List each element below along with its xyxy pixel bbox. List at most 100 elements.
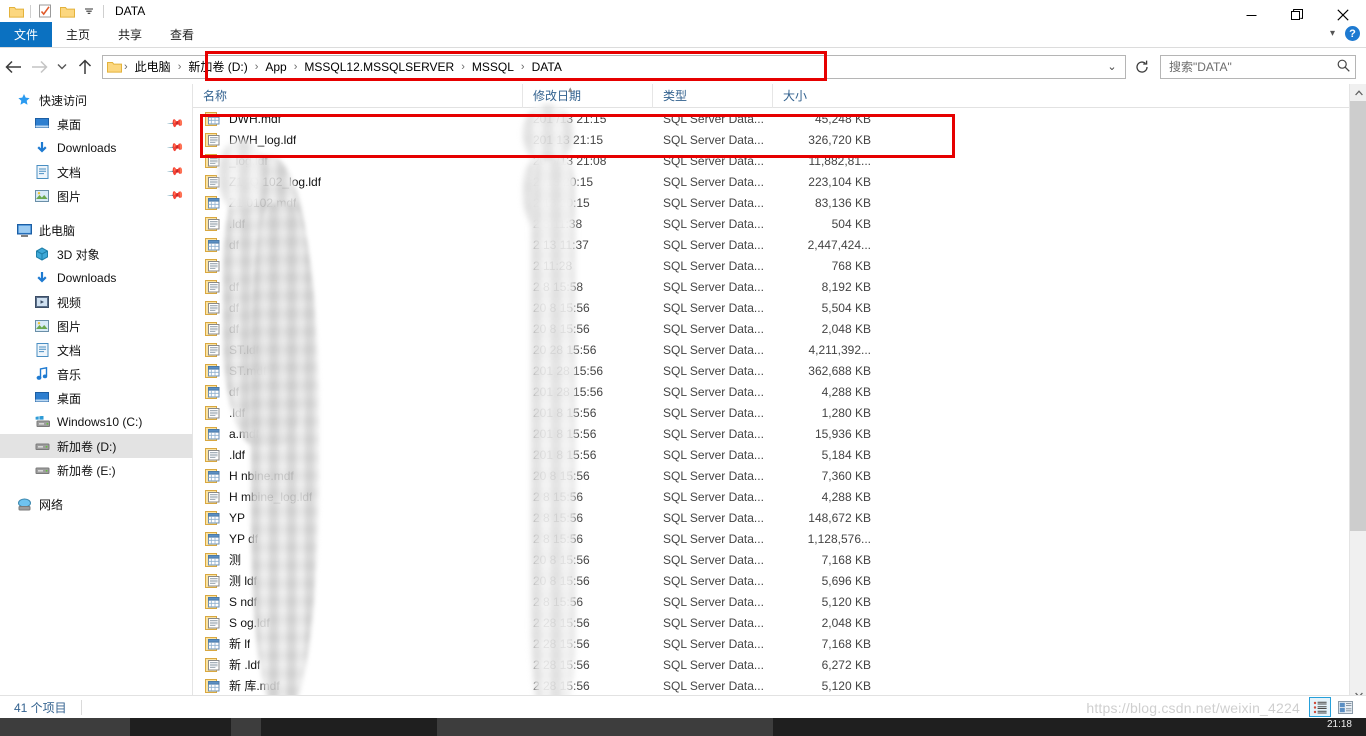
sidebar-item-drive-c[interactable]: Windows10 (C:) <box>0 410 192 434</box>
file-name-cell[interactable]: 测 <box>193 551 523 568</box>
table-row[interactable]: ST.ldf 20 28 15:56 SQL Server Data... 4,211… <box>193 339 1366 360</box>
file-name-cell[interactable]: df <box>193 384 523 399</box>
table-row[interactable]: DWH_log.ldf 201 13 21:15 SQL Server Data..… <box>193 129 1366 150</box>
recent-locations-button[interactable] <box>52 54 72 80</box>
file-name-cell[interactable]: S ndf <box>193 594 523 609</box>
sidebar-group-quick-access[interactable]: 快速访问 <box>0 88 192 112</box>
file-name-cell[interactable]: DWH_log.ldf <box>193 132 523 147</box>
column-header-type[interactable]: 类型 <box>653 83 773 108</box>
forward-button[interactable] <box>26 54 52 80</box>
new-folder-icon[interactable] <box>56 1 78 21</box>
sidebar-group-this-pc[interactable]: 此电脑 <box>0 218 192 242</box>
sidebar-item-downloads[interactable]: Downloads 📌 <box>0 136 192 160</box>
file-name-cell[interactable]: 新 lf <box>193 635 523 652</box>
table-row[interactable]: df 2 8 15:58 SQL Server Data... 8,192 KB <box>193 276 1366 297</box>
table-row[interactable]: ST.mdf 201 28 15:56 SQL Server Data... 362,… <box>193 360 1366 381</box>
vertical-scrollbar[interactable] <box>1349 84 1366 703</box>
table-row[interactable]: df 20 8 15:56 SQL Server Data... 2,048 KB <box>193 318 1366 339</box>
breadcrumb-item-mssql12[interactable]: MSSQL12.MSSQLSERVER <box>298 57 460 77</box>
sidebar-item-music[interactable]: 音乐 <box>0 362 192 386</box>
table-row[interactable]: Z1_Q 102_log.ldf 2 /13 20:15 SQL Server Da… <box>193 171 1366 192</box>
table-row[interactable]: a.mdf 201 8 15:56 SQL Server Data... 15,936… <box>193 423 1366 444</box>
sidebar-item-documents-pc[interactable]: 文档 <box>0 338 192 362</box>
pin-icon[interactable]: 📌 <box>167 186 186 205</box>
table-row[interactable]: S og.ldf 2 28 15:56 SQL Server Data... 2,04… <box>193 612 1366 633</box>
sidebar-item-drive-e[interactable]: 新加卷 (E:) <box>0 458 192 482</box>
search-input[interactable] <box>1161 59 1331 74</box>
tab-view[interactable]: 查看 <box>156 22 208 47</box>
search-box[interactable] <box>1160 54 1356 79</box>
table-row[interactable]: 新 lf 2 28 15:56 SQL Server Data... 7,168 KB <box>193 633 1366 654</box>
table-row[interactable]: 新 .ldf 2 28 15:56 SQL Server Data... 6,272 … <box>193 654 1366 675</box>
sidebar-item-pictures[interactable]: 图片 📌 <box>0 184 192 208</box>
file-name-cell[interactable]: S og.ldf <box>193 615 523 630</box>
table-row[interactable]: H nbine.mdf 20 8 15:56 SQL Server Data... 7… <box>193 465 1366 486</box>
table-row[interactable]: 测 20 8 15:56 SQL Server Data... 7,168 KB <box>193 549 1366 570</box>
tab-share[interactable]: 共享 <box>104 22 156 47</box>
taskbar-segment-start[interactable] <box>0 718 130 736</box>
taskbar-segment-app-2[interactable] <box>437 718 773 736</box>
file-name-cell[interactable]: df <box>193 300 523 315</box>
folder-icon[interactable] <box>5 1 27 21</box>
sidebar-item-desktop[interactable]: 桌面 📌 <box>0 112 192 136</box>
file-name-cell[interactable]: Z1_Q 102_log.ldf <box>193 174 523 189</box>
properties-checkbox-icon[interactable] <box>34 1 56 21</box>
sidebar-item-desktop-pc[interactable]: 桌面 <box>0 386 192 410</box>
file-name-cell[interactable]: _log.ldf <box>193 153 523 168</box>
chevron-down-icon[interactable]: ▾ <box>1330 28 1335 39</box>
breadcrumb-item-drive-d[interactable]: 新加卷 (D:) <box>182 57 253 77</box>
taskbar-clock[interactable]: 21:18 <box>1327 719 1352 730</box>
sidebar-group-network[interactable]: 网络 <box>0 492 192 516</box>
chevron-down-icon[interactable]: ⌄ <box>1101 60 1123 73</box>
large-icons-view-button[interactable] <box>1334 697 1356 717</box>
column-header-size[interactable]: 大小 <box>773 84 893 108</box>
table-row[interactable]: 新 库.mdf 2 28 15:56 SQL Server Data... 5,120… <box>193 675 1366 696</box>
table-row[interactable]: Z1 0102.mdf 2 13 20:15 SQL Server Data... 8… <box>193 192 1366 213</box>
scroll-up-arrow-icon[interactable] <box>1350 84 1366 101</box>
table-row[interactable]: H mbine_log.ldf 2 8 15:56 SQL Server Data.… <box>193 486 1366 507</box>
table-row[interactable]: 2 11:28 SQL Server Data... 768 KB <box>193 255 1366 276</box>
file-name-cell[interactable]: .ldf <box>193 447 523 462</box>
file-name-cell[interactable]: df <box>193 237 523 252</box>
table-row[interactable]: S ndf 2 8 15:56 SQL Server Data... 5,120 KB <box>193 591 1366 612</box>
file-name-cell[interactable]: df <box>193 321 523 336</box>
table-row[interactable]: DWH.mdf 201 /13 21:15 SQL Server Data... 45… <box>193 108 1366 129</box>
file-name-cell[interactable]: YP <box>193 510 523 525</box>
file-name-cell[interactable]: 测 ldf <box>193 572 523 589</box>
address-dropdown[interactable]: ⌄ <box>1101 56 1123 78</box>
file-name-cell[interactable]: .ldf <box>193 405 523 420</box>
file-name-cell[interactable]: 新 库.mdf <box>193 677 523 694</box>
file-name-cell[interactable]: ST.ldf <box>193 342 523 357</box>
table-row[interactable]: YP 2 8 15:56 SQL Server Data... 148,672 KB <box>193 507 1366 528</box>
tab-file[interactable]: 文件 <box>0 22 53 47</box>
sidebar-item-drive-d[interactable]: 新加卷 (D:) <box>0 434 192 458</box>
table-row[interactable]: YP df 2 8 15:56 SQL Server Data... 1,128,57… <box>193 528 1366 549</box>
file-name-cell[interactable]: .ldf <box>193 216 523 231</box>
address-bar[interactable]: › 此电脑 › 新加卷 (D:) › App › MSSQL12.MSSQLSE… <box>102 54 1126 79</box>
file-name-cell[interactable]: a.mdf <box>193 426 523 441</box>
details-view-button[interactable] <box>1309 697 1331 717</box>
file-name-cell[interactable]: H nbine.mdf <box>193 468 523 483</box>
file-name-cell[interactable]: YP df <box>193 531 523 546</box>
back-button[interactable] <box>0 54 26 80</box>
sidebar-item-downloads-pc[interactable]: Downloads <box>0 266 192 290</box>
table-row[interactable]: df 20 8 15:56 SQL Server Data... 5,504 KB <box>193 297 1366 318</box>
help-icon[interactable]: ? <box>1345 26 1360 41</box>
file-name-cell[interactable]: H mbine_log.ldf <box>193 489 523 504</box>
refresh-button[interactable] <box>1130 55 1154 79</box>
table-row[interactable]: .ldf 201 8 15:56 SQL Server Data... 1,280 K… <box>193 402 1366 423</box>
pin-icon[interactable]: 📌 <box>167 162 186 181</box>
pin-icon[interactable]: 📌 <box>167 114 186 133</box>
search-icon[interactable] <box>1331 59 1355 75</box>
file-name-cell[interactable]: 新 .ldf <box>193 656 523 673</box>
table-row[interactable]: df 201 28 15:56 SQL Server Data... 4,288 KB <box>193 381 1366 402</box>
table-row[interactable]: .ldf 201 8 15:56 SQL Server Data... 5,184 K… <box>193 444 1366 465</box>
file-name-cell[interactable] <box>193 258 523 273</box>
column-header-date[interactable]: ▴ 修改日期 <box>523 83 653 108</box>
customize-dropdown-icon[interactable] <box>78 1 100 21</box>
breadcrumb-item-this-pc[interactable]: 此电脑 <box>129 57 177 77</box>
table-row[interactable]: .ldf 2 3 11:38 SQL Server Data... 504 KB <box>193 213 1366 234</box>
table-row[interactable]: 测 ldf 20 8 15:56 SQL Server Data... 5,696 K… <box>193 570 1366 591</box>
breadcrumb-item-data[interactable]: DATA <box>526 57 568 77</box>
pin-icon[interactable]: 📌 <box>167 138 186 157</box>
